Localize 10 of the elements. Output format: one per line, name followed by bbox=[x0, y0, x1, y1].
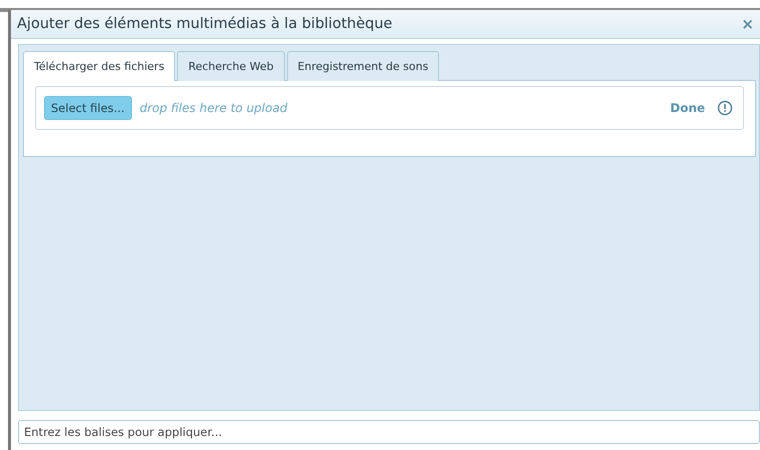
tab[interactable]: Télécharger des fichiers bbox=[23, 51, 176, 81]
upload-dropzone[interactable]: Select files... drop files here to upload Done bbox=[35, 86, 744, 130]
drop-hint: drop files here to upload bbox=[140, 101, 288, 115]
alert-icon bbox=[717, 100, 733, 116]
tab[interactable]: Recherche Web bbox=[177, 51, 285, 81]
select-files-button[interactable]: Select files... bbox=[44, 96, 132, 120]
window-title: Ajouter des éléments multimédias à la bibliothèque bbox=[17, 16, 392, 32]
tags-input-field[interactable]: Entrez les balises pour appliquer... bbox=[18, 420, 760, 444]
tab[interactable]: Enregistrement de sons bbox=[286, 51, 440, 81]
done-label: Done bbox=[670, 101, 705, 115]
